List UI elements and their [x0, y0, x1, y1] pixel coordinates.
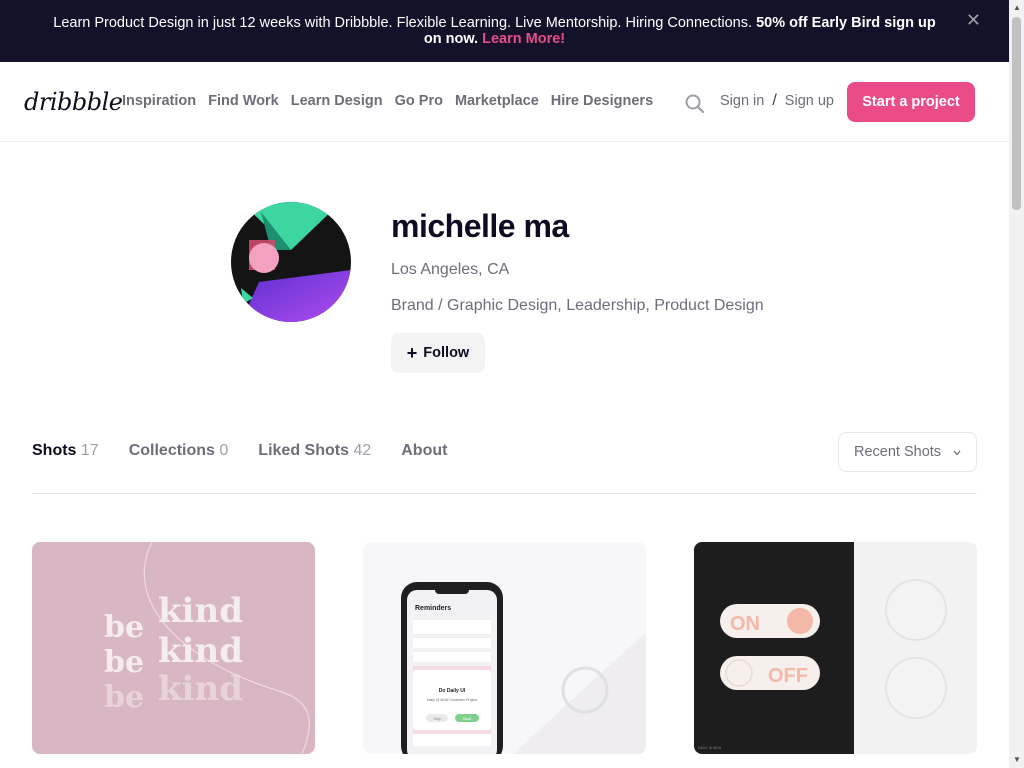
tab-liked-shots-count: 42: [353, 442, 372, 459]
shot-reminders-artwork: Reminders Do Daily UI Daily UI #016 Cust…: [401, 582, 646, 754]
profile-location: Los Angeles, CA: [391, 261, 510, 278]
nav-find-work[interactable]: Find Work: [208, 93, 279, 109]
auth-links: Sign in / Sign up: [720, 92, 834, 110]
banner-text: Learn Product Design in just 12 weeks wi…: [53, 15, 753, 31]
scroll-down-icon[interactable]: ▼: [1013, 755, 1021, 764]
plus-icon: +: [406, 343, 418, 363]
sign-in-link[interactable]: Sign in: [720, 93, 764, 110]
site-header: dribbble Inspiration Find Work Learn Des…: [0, 62, 1009, 142]
kind-text-1: kind: [158, 591, 243, 631]
search-icon[interactable]: [684, 93, 706, 115]
toggle-caption: DAILY UI #015: [698, 746, 721, 750]
start-project-button[interactable]: Start a project: [847, 82, 975, 122]
tab-shots-count: 17: [80, 442, 99, 459]
tab-collections-label: Collections: [128, 442, 215, 459]
tab-collections-count: 0: [219, 442, 229, 459]
sort-dropdown[interactable]: Recent Shots: [838, 432, 977, 472]
scroll-up-icon[interactable]: ▲: [1013, 3, 1021, 12]
profile-skills: Brand / Graphic Design, Leadership, Prod…: [391, 297, 764, 314]
modal-skip: Skip: [433, 716, 442, 721]
modal-title: Do Daily UI: [439, 688, 466, 694]
follow-label: Follow: [423, 345, 470, 361]
main-nav: Inspiration Find Work Learn Design Go Pr…: [122, 93, 653, 109]
scrollbar-thumb[interactable]: [1012, 17, 1021, 210]
tab-shots[interactable]: Shots 17: [32, 442, 99, 460]
tab-liked-shots-label: Liked Shots: [258, 442, 349, 459]
banner-learn-more-link[interactable]: Learn More!: [482, 31, 565, 47]
reminders-title: Reminders: [415, 605, 451, 612]
shot-card-toggle[interactable]: ON OFF DAILY UI #015: [694, 542, 977, 754]
shot-be-kind-artwork: be be be kind kind kind: [104, 542, 310, 754]
toggle-on-label: ON: [730, 613, 760, 635]
tab-about[interactable]: About: [401, 442, 447, 460]
kind-text-2: kind: [158, 631, 243, 671]
dribbble-logo[interactable]: dribbble: [24, 88, 123, 116]
tab-about-label: About: [401, 442, 448, 459]
be-text-1: be: [104, 610, 144, 645]
sort-selected: Recent Shots: [854, 444, 942, 460]
follow-button[interactable]: + Follow: [391, 333, 485, 373]
promo-banner: Learn Product Design in just 12 weeks wi…: [0, 0, 1009, 62]
banner-close-icon[interactable]: ✕: [966, 11, 981, 29]
tab-collections[interactable]: Collections 0: [129, 442, 229, 460]
shot-card-reminders[interactable]: Reminders Do Daily UI Daily UI #016 Cust…: [363, 542, 646, 754]
avatar: [231, 202, 351, 322]
be-text-2: be: [104, 645, 144, 680]
nav-go-pro[interactable]: Go Pro: [395, 93, 443, 109]
page-scrollbar[interactable]: ▲ ▼: [1009, 0, 1024, 768]
nav-hire-designers[interactable]: Hire Designers: [551, 93, 653, 109]
nav-inspiration[interactable]: Inspiration: [122, 93, 196, 109]
profile-tabs: Shots 17 Collections 0 Liked Shots 42 Ab…: [32, 442, 477, 460]
profile-name: michelle ma: [391, 208, 569, 244]
chevron-down-icon: [953, 450, 961, 456]
sign-up-link[interactable]: Sign up: [785, 93, 834, 110]
be-text-3: be: [104, 680, 144, 715]
shot-card-be-kind[interactable]: be be be kind kind kind: [32, 542, 315, 754]
modal-text: Daily UI #016 Customer Project: [427, 698, 477, 702]
toggle-off-label: OFF: [768, 665, 808, 687]
modal-start: Start: [463, 716, 472, 721]
tab-liked-shots[interactable]: Liked Shots 42: [258, 442, 371, 460]
nav-learn-design[interactable]: Learn Design: [291, 93, 383, 109]
kind-text-3: kind: [158, 669, 243, 709]
tabs-divider: [32, 493, 977, 494]
nav-marketplace[interactable]: Marketplace: [455, 93, 539, 109]
shot-toggle-artwork: ON OFF DAILY UI #015: [694, 542, 977, 754]
auth-separator: /: [772, 92, 777, 109]
tab-shots-label: Shots: [32, 442, 77, 459]
